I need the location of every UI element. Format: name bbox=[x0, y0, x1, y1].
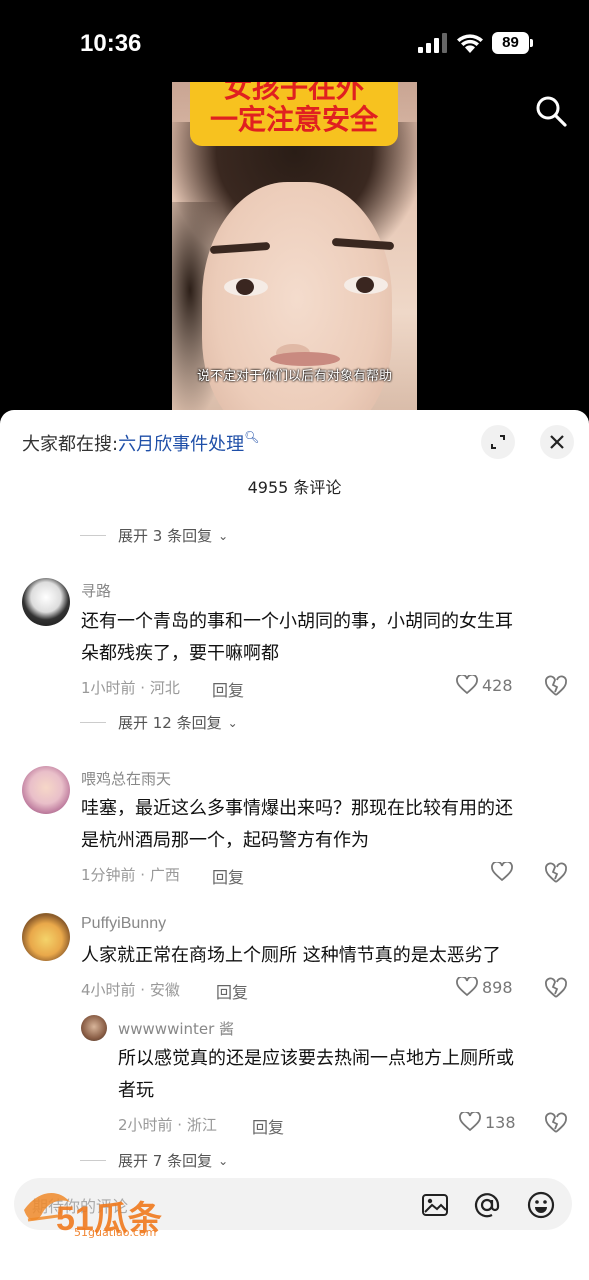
avatar[interactable] bbox=[81, 1015, 107, 1041]
chevron-down-icon: ⌄ bbox=[227, 715, 238, 730]
banner-line-1: 女孩子在外 bbox=[223, 82, 364, 104]
reply-text-line: 所以感觉真的还是应该要去热闹一点地方上厕所或 bbox=[118, 1048, 514, 1069]
reply-button[interactable]: 回复 bbox=[216, 979, 248, 1003]
broken-heart-icon[interactable] bbox=[544, 675, 568, 697]
heart-icon bbox=[459, 1112, 481, 1132]
status-time: 10:36 bbox=[80, 30, 142, 57]
expand-replies-button[interactable]: 展开 12 条回复 ⌄ bbox=[80, 712, 238, 733]
broken-heart-icon[interactable] bbox=[544, 862, 568, 884]
like-count: 428 bbox=[482, 675, 513, 695]
like-count: 138 bbox=[485, 1112, 516, 1132]
comment-meta: 1分钟前 · 广西 bbox=[81, 866, 180, 884]
emoji-icon[interactable] bbox=[526, 1190, 556, 1220]
mention-icon[interactable] bbox=[472, 1190, 502, 1220]
comment-text: 人家就正常在商场上个厕所 这种情节真的是太恶劣了 bbox=[81, 940, 501, 972]
trending-keyword[interactable]: 六月欣事件处理 bbox=[118, 434, 244, 455]
heart-icon bbox=[456, 675, 478, 695]
chevron-down-icon: ⌄ bbox=[218, 1153, 229, 1168]
reply-button[interactable]: 回复 bbox=[212, 677, 244, 701]
comment-text-line: 人家就正常在商场上个厕所 这种情节真的是太恶劣了 bbox=[81, 945, 501, 966]
wifi-icon bbox=[457, 34, 483, 53]
chevron-down-icon: ⌄ bbox=[218, 528, 229, 543]
heart-icon bbox=[491, 862, 513, 882]
comment-meta: 1小时前 · 河北 bbox=[81, 679, 180, 697]
comment-count: 4955 条评论 bbox=[247, 478, 342, 497]
expand-replies-label: 展开 12 条回复 bbox=[118, 714, 222, 732]
comment-text: 还有一个青岛的事和一个小胡同的事，小胡同的女生耳 朵都残疾了，要干嘛啊都 bbox=[81, 606, 513, 670]
search-icon[interactable] bbox=[534, 94, 568, 128]
expand-replies-button[interactable]: 展开 7 条回复 ⌄ bbox=[80, 1150, 228, 1171]
cellular-signal-icon bbox=[418, 33, 448, 53]
comment-text-line: 还有一个青岛的事和一个小胡同的事，小胡同的女生耳 bbox=[81, 611, 513, 632]
heart-icon bbox=[456, 977, 478, 997]
expand-replies-button[interactable]: 展开 3 条回复 ⌄ bbox=[80, 525, 228, 546]
battery-level: 89 bbox=[492, 32, 529, 54]
video-banner: 女孩子在外 一定注意安全 bbox=[190, 82, 398, 146]
battery-icon: 89 bbox=[492, 32, 533, 54]
broken-heart-icon[interactable] bbox=[544, 977, 568, 999]
close-button[interactable] bbox=[540, 425, 574, 459]
expand-replies-label: 展开 7 条回复 bbox=[118, 1152, 213, 1170]
reply-button[interactable]: 回复 bbox=[252, 1114, 284, 1138]
comment-text: 哇塞，最近这么多事情爆出来吗？那现在比较有用的还 是杭州酒局那一个，起码警方有作… bbox=[81, 793, 513, 857]
reply-meta: 2小时前 · 浙江 bbox=[118, 1116, 217, 1134]
reply-button[interactable]: 回复 bbox=[212, 864, 244, 888]
comment-username[interactable]: 喂鸡总在雨天 bbox=[81, 768, 171, 789]
trending-prefix: 大家都在搜: bbox=[22, 434, 119, 455]
reply-text: 所以感觉真的还是应该要去热闹一点地方上厕所或 者玩 bbox=[118, 1043, 514, 1107]
comment-text-line: 是杭州酒局那一个，起码警方有作为 bbox=[81, 830, 369, 851]
like-count: 898 bbox=[482, 977, 513, 997]
avatar[interactable] bbox=[22, 578, 70, 626]
video-subtitle: 说不定对于你们以后有对象有帮助 bbox=[196, 369, 392, 384]
comment-username[interactable]: PuffyiBunny bbox=[81, 915, 166, 933]
comment-meta: 4小时前 · 安徽 bbox=[81, 981, 180, 999]
like-button[interactable]: 138 bbox=[459, 1112, 516, 1132]
expand-replies-label: 展开 3 条回复 bbox=[118, 527, 213, 545]
close-icon bbox=[550, 435, 564, 449]
video-player[interactable]: 女孩子在外 一定注意安全 说不定对于你们以后有对象有帮助 bbox=[172, 82, 417, 412]
expand-icon bbox=[491, 435, 505, 449]
like-button[interactable]: 428 bbox=[456, 675, 513, 695]
status-bar: 10:36 89 bbox=[0, 0, 589, 80]
expand-sheet-button[interactable] bbox=[481, 425, 515, 459]
broken-heart-icon[interactable] bbox=[544, 1112, 568, 1134]
image-icon[interactable] bbox=[420, 1190, 450, 1220]
watermark-url: 51guatiao.com bbox=[74, 1226, 157, 1239]
search-small-icon: 🔍︎ bbox=[244, 430, 260, 444]
reply-username[interactable]: wwwwwinter 酱 bbox=[118, 1018, 234, 1039]
trending-search[interactable]: 大家都在搜:六月欣事件处理🔍︎ bbox=[22, 430, 259, 456]
reply-text-line: 者玩 bbox=[118, 1080, 154, 1101]
like-button[interactable]: 898 bbox=[456, 977, 513, 997]
avatar[interactable] bbox=[22, 766, 70, 814]
avatar[interactable] bbox=[22, 913, 70, 961]
comment-text-line: 朵都残疾了，要干嘛啊都 bbox=[81, 643, 279, 664]
comment-username[interactable]: 寻路 bbox=[81, 580, 111, 601]
comment-text-line: 哇塞，最近这么多事情爆出来吗？那现在比较有用的还 bbox=[81, 798, 513, 819]
like-button[interactable] bbox=[491, 862, 517, 882]
banner-line-2: 一定注意安全 bbox=[209, 103, 378, 136]
